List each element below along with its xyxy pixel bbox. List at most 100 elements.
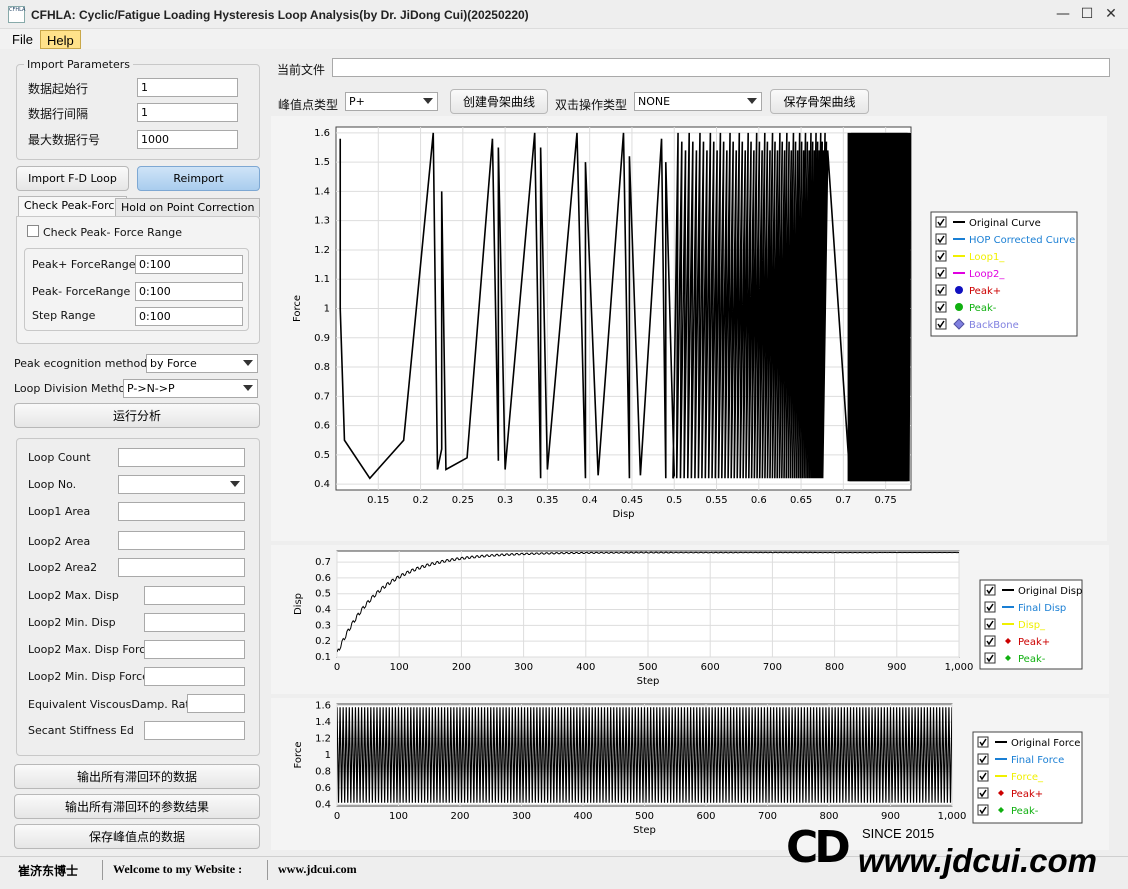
- legend-label: Peak+: [1011, 789, 1043, 800]
- x-tick-label: 800: [825, 662, 844, 673]
- legend-label: Original Force: [1011, 738, 1080, 749]
- legend-label: Force_: [1011, 772, 1044, 783]
- y-tick-label: 0.1: [315, 652, 331, 663]
- legend-checkbox: [935, 301, 947, 313]
- legend-label: Loop1_: [969, 252, 1005, 263]
- x-tick-label: 0.55: [705, 495, 727, 506]
- legend-checkbox: [977, 804, 989, 816]
- legend-checkbox: [977, 787, 989, 799]
- x-tick-label: 200: [452, 662, 471, 673]
- legend-dot-swatch: [955, 303, 963, 311]
- y-tick-label: 0.4: [315, 605, 331, 616]
- x-tick-label: 200: [450, 811, 469, 822]
- y-tick-label: 1.3: [314, 216, 330, 227]
- y-axis-label: Disp: [293, 593, 304, 615]
- x-tick-label: 900: [881, 811, 900, 822]
- y-tick-label: 0.8: [315, 766, 331, 777]
- legend-label: Loop2_: [969, 269, 1005, 280]
- status-website-link[interactable]: www.jdcui.com: [278, 862, 357, 877]
- x-tick-label: 300: [512, 811, 531, 822]
- y-axis-label: Force: [293, 741, 304, 768]
- legend-label: Final Disp: [1018, 603, 1066, 614]
- watermark-logo-icon: CD: [786, 822, 851, 873]
- x-tick-label: 500: [635, 811, 654, 822]
- charts-canvas: 0.15 0.2 0.25 0.3 0.35 0.4 0.45 0.5 0.55 0.6 0.65 0…: [271, 116, 1109, 850]
- x-tick-label: 0.7: [835, 495, 851, 506]
- y-axis-label: Force: [292, 295, 303, 322]
- y-tick-label: 0.6: [314, 421, 330, 432]
- watermark-url: www.jdcui.com: [858, 842, 1097, 879]
- y-tick-label: 0.4: [314, 479, 330, 490]
- x-tick-label: 0.5: [666, 495, 682, 506]
- legend-checkbox: [984, 652, 996, 664]
- x-axis-label: Step: [633, 825, 656, 836]
- legend-checkbox: [935, 216, 947, 228]
- status-welcome: Welcome to my Website :: [113, 862, 243, 876]
- x-tick-label: 1,000: [945, 662, 974, 673]
- legend-label: Peak-: [1011, 806, 1039, 817]
- x-tick-label: 100: [389, 811, 408, 822]
- y-tick-label: 0.9: [314, 333, 330, 344]
- legend-label: Peak-: [1018, 654, 1046, 665]
- legend-checkbox: [984, 635, 996, 647]
- legend-checkbox: [977, 753, 989, 765]
- x-tick-label: 0.2: [413, 495, 429, 506]
- legend-checkbox: [935, 233, 947, 245]
- x-tick-label: 600: [701, 662, 720, 673]
- y-tick-label: 1: [325, 750, 331, 761]
- x-tick-label: 0.15: [367, 495, 389, 506]
- status-divider: [267, 860, 268, 880]
- y-tick-label: 0.6: [315, 573, 331, 584]
- x-tick-label: 600: [696, 811, 715, 822]
- y-tick-label: 1: [324, 304, 330, 315]
- legend-checkbox: [935, 267, 947, 279]
- x-tick-label: 0.4: [582, 495, 598, 506]
- y-tick-label: 1.1: [314, 274, 330, 285]
- legend-dot-swatch: [955, 286, 963, 294]
- legend-checkbox: [935, 318, 947, 330]
- x-tick-label: 500: [638, 662, 657, 673]
- y-tick-label: 1.2: [315, 734, 331, 745]
- legend-label: Peak-: [969, 303, 997, 314]
- x-tick-label: 0.25: [452, 495, 474, 506]
- watermark-since: SINCE 2015: [862, 826, 935, 841]
- legend-checkbox: [977, 736, 989, 748]
- x-tick-label: 800: [819, 811, 838, 822]
- legend-checkbox: [935, 250, 947, 262]
- legend-label: Original Curve: [969, 218, 1041, 229]
- x-tick-label: 0.35: [536, 495, 558, 506]
- legend-label: Disp_: [1018, 620, 1046, 631]
- y-tick-label: 0.7: [315, 557, 331, 568]
- y-tick-label: 0.8: [314, 362, 330, 373]
- x-tick-label: 100: [390, 662, 409, 673]
- x-tick-label: 0.75: [874, 495, 896, 506]
- dense-loops-block: [847, 132, 908, 482]
- y-tick-label: 0.5: [315, 589, 331, 600]
- x-tick-label: 900: [887, 662, 906, 673]
- x-axis-label: Step: [637, 676, 660, 687]
- legend-label: BackBone: [969, 320, 1019, 331]
- y-tick-label: 1.6: [314, 128, 330, 139]
- legend-checkbox: [984, 584, 996, 596]
- y-tick-label: 0.7: [314, 391, 330, 402]
- status-divider: [102, 860, 103, 880]
- legend-checkbox: [984, 601, 996, 613]
- y-tick-label: 1.6: [315, 701, 331, 712]
- y-tick-label: 0.2: [315, 636, 331, 647]
- y-tick-label: 0.4: [315, 799, 331, 810]
- legend-checkbox: [984, 618, 996, 630]
- legend-checkbox: [935, 284, 947, 296]
- legend-label: Final Force: [1011, 755, 1064, 766]
- y-tick-label: 1.4: [315, 717, 331, 728]
- legend-label: Peak+: [1018, 637, 1050, 648]
- y-tick-label: 0.3: [315, 620, 331, 631]
- y-tick-label: 0.6: [315, 783, 331, 794]
- x-tick-label: 0.6: [751, 495, 767, 506]
- y-tick-label: 1.5: [314, 157, 330, 168]
- x-tick-label: 400: [576, 662, 595, 673]
- y-tick-label: 1.2: [314, 245, 330, 256]
- x-axis-label: Disp: [612, 509, 634, 520]
- x-tick-label: 700: [758, 811, 777, 822]
- x-tick-label: 0.65: [790, 495, 812, 506]
- legend-label: Peak+: [969, 286, 1001, 297]
